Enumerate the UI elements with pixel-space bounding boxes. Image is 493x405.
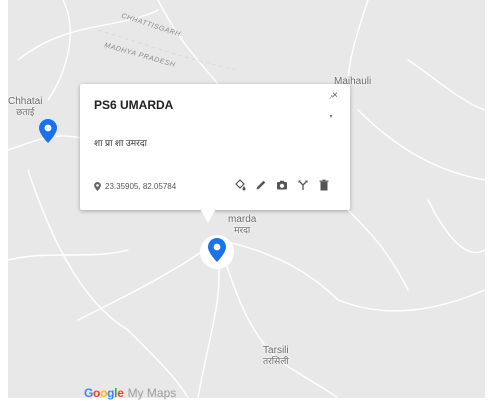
edit-pencil-icon[interactable] — [255, 179, 267, 191]
coordinates-text: 23.35905, 82.05784 — [105, 182, 177, 191]
close-icon[interactable]: × — [332, 90, 338, 101]
place-label-tarsili: Tarsili तरसिली — [263, 345, 289, 366]
directions-icon[interactable] — [297, 179, 309, 191]
popup-description: शा प्रा शा उमरदा — [94, 138, 147, 148]
popup-pointer — [200, 209, 216, 223]
paint-bucket-icon[interactable] — [234, 179, 246, 191]
chevron-down-icon[interactable]: ▾ — [329, 113, 332, 120]
popup-title: PS6 UMARDA — [94, 98, 174, 112]
place-label-chhatai: Chhatai छताई — [8, 96, 43, 117]
place-label-umarda: marda मरदा — [228, 214, 257, 235]
google-wordmark: Google — [84, 386, 124, 400]
selected-marker-pin-icon[interactable] — [208, 238, 226, 262]
popup-coordinates: 23.35905, 82.05784 — [94, 182, 176, 191]
location-pin-icon — [94, 182, 101, 191]
camera-icon[interactable] — [276, 179, 288, 191]
trash-icon[interactable] — [318, 179, 330, 191]
info-popup: PS6 UMARDA ↗ ▾ × शा प्रा शा उमरदा 23.359… — [80, 84, 350, 210]
google-my-maps-logo: Google My Maps — [84, 386, 176, 400]
popup-toolbar — [234, 179, 330, 191]
my-maps-label: My Maps — [127, 386, 177, 400]
map-marker-pin-icon[interactable] — [39, 119, 57, 143]
